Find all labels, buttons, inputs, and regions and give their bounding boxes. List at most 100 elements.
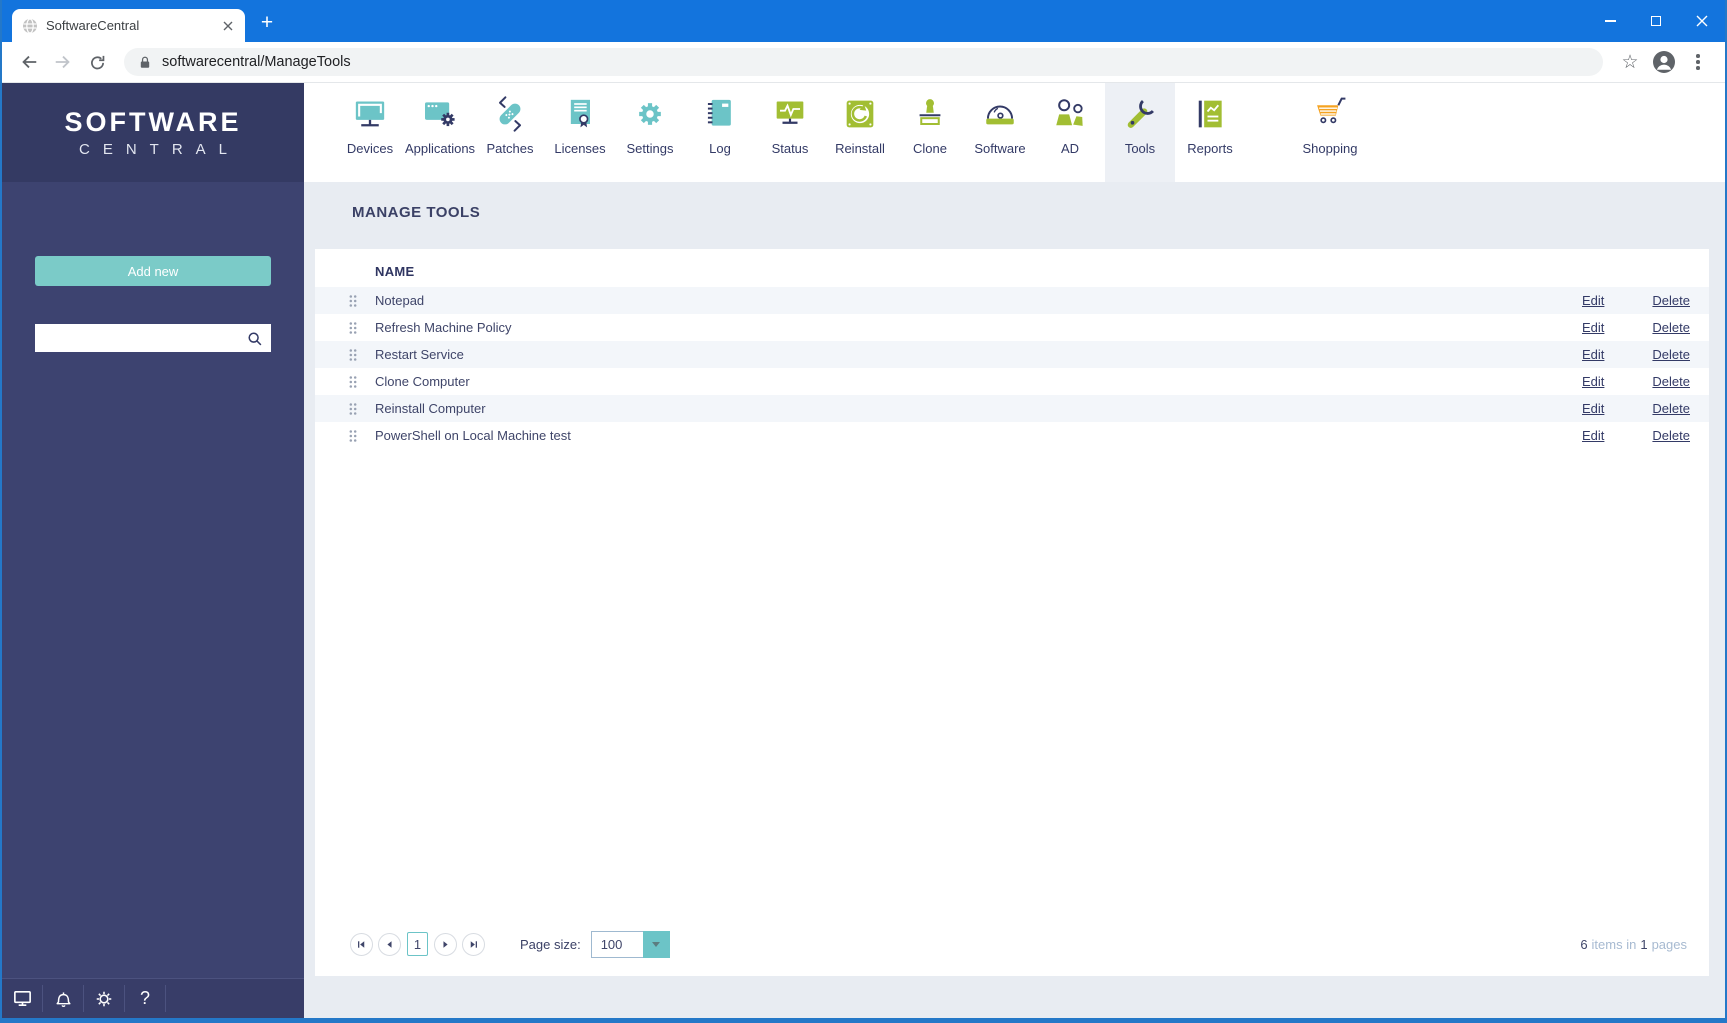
drag-handle-icon[interactable] bbox=[348, 348, 375, 362]
items-summary: 6 items in 1 pages bbox=[1580, 937, 1687, 952]
main-area: Devices Applications Patches Licenses Se… bbox=[304, 83, 1725, 1018]
logo-line2: CENTRAL bbox=[78, 141, 240, 158]
monitor-icon bbox=[13, 991, 31, 1006]
delete-link[interactable]: Delete bbox=[1652, 374, 1690, 389]
bookmark-star-icon[interactable]: ☆ bbox=[1616, 48, 1644, 76]
tab-title: SoftwareCentral bbox=[46, 18, 140, 33]
window-minimize-button[interactable] bbox=[1587, 0, 1633, 42]
prev-page-button[interactable] bbox=[378, 932, 401, 956]
tab-close-icon[interactable] bbox=[219, 17, 237, 35]
window-controls bbox=[1587, 0, 1725, 42]
pagination-bar: 1 Page size: 100 6 items in 1 pages bbox=[315, 920, 1709, 976]
delete-link[interactable]: Delete bbox=[1652, 293, 1690, 308]
delete-link[interactable]: Delete bbox=[1652, 401, 1690, 416]
search-input[interactable] bbox=[43, 329, 246, 347]
tool-name: Refresh Machine Policy bbox=[375, 320, 512, 335]
add-new-button[interactable]: Add new bbox=[35, 256, 271, 286]
window-close-button[interactable] bbox=[1679, 0, 1725, 42]
forward-button[interactable] bbox=[49, 48, 77, 76]
delete-link[interactable]: Delete bbox=[1652, 347, 1690, 362]
last-page-button[interactable] bbox=[462, 932, 485, 956]
log-icon bbox=[700, 94, 740, 134]
sidebar: SOFTWARE CENTRAL Add new ? bbox=[2, 83, 304, 1018]
tool-name: Clone Computer bbox=[375, 374, 470, 389]
nav-item-applications[interactable]: Applications bbox=[405, 83, 475, 182]
drag-handle-icon[interactable] bbox=[348, 321, 375, 335]
page-size-dropdown-arrow[interactable] bbox=[642, 930, 670, 958]
delete-link[interactable]: Delete bbox=[1652, 320, 1690, 335]
applications-icon bbox=[420, 94, 460, 134]
nav-item-shopping[interactable]: Shopping bbox=[1295, 83, 1365, 182]
notifications-button[interactable] bbox=[43, 985, 84, 1012]
pages-count: 1 bbox=[1640, 936, 1648, 952]
browser-toolbar: softwarecentral/ManageTools ☆ bbox=[2, 42, 1725, 83]
new-tab-button[interactable]: + bbox=[253, 9, 281, 37]
page-size-label: Page size: bbox=[520, 936, 581, 952]
favicon-icon bbox=[23, 17, 37, 34]
status-icon bbox=[770, 94, 810, 134]
column-header-name: NAME bbox=[375, 264, 415, 279]
first-page-button[interactable] bbox=[350, 932, 373, 956]
help-button[interactable]: ? bbox=[125, 985, 166, 1012]
nav-item-tools[interactable]: Tools bbox=[1105, 83, 1175, 182]
reload-button[interactable] bbox=[83, 48, 111, 76]
browser-tab[interactable]: SoftwareCentral bbox=[12, 9, 245, 42]
ad-icon bbox=[1050, 94, 1090, 134]
settings-button[interactable] bbox=[84, 985, 125, 1012]
table-row: Refresh Machine Policy Edit Delete bbox=[315, 314, 1709, 341]
edit-link[interactable]: Edit bbox=[1582, 320, 1604, 335]
app-root: SOFTWARE CENTRAL Add new ? Devices Appli… bbox=[2, 83, 1725, 1018]
nav-item-patches[interactable]: Patches bbox=[475, 83, 545, 182]
nav-item-clone[interactable]: Clone bbox=[895, 83, 965, 182]
tool-name: Reinstall Computer bbox=[375, 401, 486, 416]
edit-link[interactable]: Edit bbox=[1582, 347, 1604, 362]
lock-icon bbox=[140, 56, 150, 68]
browser-menu-icon[interactable] bbox=[1684, 48, 1712, 76]
nav-item-status[interactable]: Status bbox=[755, 83, 825, 182]
nav-item-reports[interactable]: Reports bbox=[1175, 83, 1245, 182]
top-nav: Devices Applications Patches Licenses Se… bbox=[304, 83, 1725, 182]
page-size-dropdown[interactable]: 100 bbox=[590, 930, 670, 958]
drag-handle-icon[interactable] bbox=[348, 429, 375, 443]
url-text: softwarecentral/ManageTools bbox=[162, 54, 351, 70]
url-bar[interactable]: softwarecentral/ManageTools bbox=[124, 48, 1603, 76]
patches-icon bbox=[490, 94, 530, 134]
table-row: Restart Service Edit Delete bbox=[315, 341, 1709, 368]
nav-item-log[interactable]: Log bbox=[685, 83, 755, 182]
edit-link[interactable]: Edit bbox=[1582, 428, 1604, 443]
nav-item-licenses[interactable]: Licenses bbox=[545, 83, 615, 182]
nav-item-devices[interactable]: Devices bbox=[335, 83, 405, 182]
window-maximize-button[interactable] bbox=[1633, 0, 1679, 42]
back-button[interactable] bbox=[15, 48, 43, 76]
drag-handle-icon[interactable] bbox=[348, 375, 375, 389]
table-row: Clone Computer Edit Delete bbox=[315, 368, 1709, 395]
edit-link[interactable]: Edit bbox=[1582, 293, 1604, 308]
nav-item-reinstall[interactable]: Reinstall bbox=[825, 83, 895, 182]
tools-icon bbox=[1120, 94, 1160, 134]
first-page-icon bbox=[356, 939, 367, 950]
items-summary-text: items in bbox=[1591, 936, 1637, 952]
licenses-icon bbox=[560, 94, 600, 134]
profile-avatar[interactable] bbox=[1650, 48, 1678, 76]
next-page-icon bbox=[440, 939, 451, 950]
software-icon bbox=[980, 94, 1020, 134]
sidebar-searchbox[interactable] bbox=[35, 324, 271, 352]
tools-table-card: NAME Notepad Edit Delete Refresh Machine… bbox=[315, 249, 1709, 976]
reinstall-icon bbox=[840, 94, 880, 134]
nav-item-ad[interactable]: AD bbox=[1035, 83, 1105, 182]
drag-handle-icon[interactable] bbox=[348, 402, 375, 416]
nav-item-settings[interactable]: Settings bbox=[615, 83, 685, 182]
edit-link[interactable]: Edit bbox=[1582, 374, 1604, 389]
table-row: Reinstall Computer Edit Delete bbox=[315, 395, 1709, 422]
next-page-button[interactable] bbox=[434, 932, 457, 956]
table-header: NAME bbox=[315, 249, 1709, 287]
nav-item-software[interactable]: Software bbox=[965, 83, 1035, 182]
search-icon bbox=[248, 331, 262, 345]
delete-link[interactable]: Delete bbox=[1652, 428, 1690, 443]
edit-link[interactable]: Edit bbox=[1582, 401, 1604, 416]
gear-icon bbox=[96, 991, 112, 1006]
remote-desktop-button[interactable] bbox=[2, 985, 43, 1012]
browser-titlebar: SoftwareCentral + bbox=[2, 0, 1725, 42]
drag-handle-icon[interactable] bbox=[348, 294, 375, 308]
current-page-box[interactable]: 1 bbox=[407, 932, 428, 956]
